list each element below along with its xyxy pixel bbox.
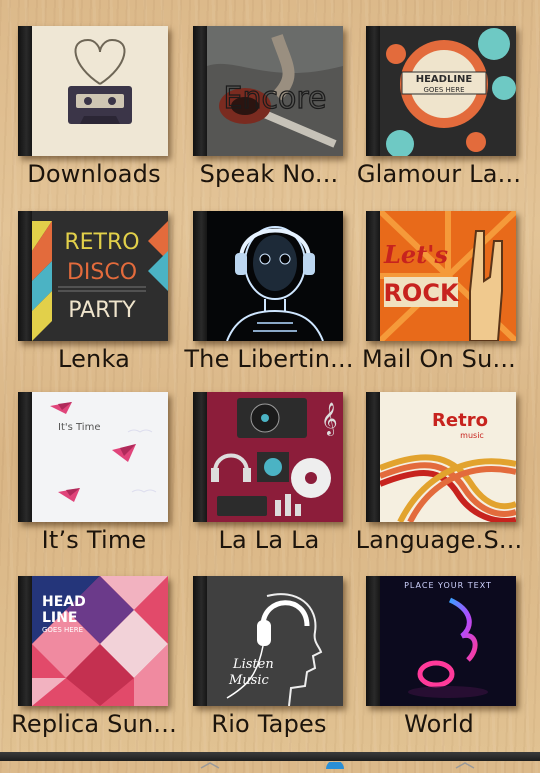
album-cover[interactable] xyxy=(18,26,168,156)
album-cover[interactable]: Let's ROCK xyxy=(366,211,516,341)
album-tile-mail-on-sunday[interactable]: Let's ROCK Mail On Su... xyxy=(348,185,528,373)
album-cover[interactable]: RETRO DISCO PARTY xyxy=(18,211,168,341)
case-spine xyxy=(366,26,380,156)
art-caption: GOES HERE xyxy=(424,86,465,94)
album-tile-la-la-la[interactable]: 𝄞 La La La xyxy=(175,366,355,554)
album-cover[interactable]: Retro music xyxy=(366,392,516,522)
art-caption: Let's xyxy=(383,240,449,269)
album-title: Downloads xyxy=(27,160,161,188)
case-spine xyxy=(366,576,380,706)
system-nav-bar xyxy=(0,752,540,769)
album-title: Speak No... xyxy=(199,160,339,188)
art-caption: HEADLINE xyxy=(416,74,473,85)
case-spine xyxy=(18,392,32,522)
album-tile-glamour[interactable]: HEADLINE GOES HERE Glamour La... xyxy=(348,0,528,188)
case-spine xyxy=(193,392,207,522)
album-tile-world[interactable]: PLACE YOUR TEXT World xyxy=(348,550,528,738)
album-tile-language[interactable]: Retro music Language.S... xyxy=(348,366,528,554)
album-title: World xyxy=(404,710,474,738)
art-caption: LINE xyxy=(42,610,77,626)
art-caption: RETRO xyxy=(64,230,139,255)
album-title: Glamour La... xyxy=(356,160,522,188)
art-caption: Music xyxy=(228,673,270,688)
album-grid: Downloads Encore Speak No... HEADLINE GO… xyxy=(0,0,540,752)
case-spine xyxy=(18,576,32,706)
music-icons-art: 𝄞 xyxy=(207,392,343,522)
neon-note-art: PLACE YOUR TEXT xyxy=(380,576,516,706)
svg-text:𝄞: 𝄞 xyxy=(321,402,338,436)
retro-disco-art: RETRO DISCO PARTY xyxy=(32,211,168,341)
retro-music-art: Retro music xyxy=(380,392,516,522)
art-caption: Listen xyxy=(232,657,274,672)
case-spine xyxy=(18,26,32,156)
case-spine xyxy=(18,211,32,341)
album-cover[interactable]: HEADLINE GOES HERE xyxy=(366,26,516,156)
art-caption: ROCK xyxy=(383,279,459,307)
album-tile-libertines[interactable]: The Libertin... xyxy=(175,185,355,373)
album-tile-speak-no[interactable]: Encore Speak No... xyxy=(175,0,355,188)
case-spine xyxy=(366,392,380,522)
case-spine xyxy=(193,576,207,706)
album-tile-rio-tapes[interactable]: Listen Music Rio Tapes xyxy=(175,550,355,738)
art-caption: PLACE YOUR TEXT xyxy=(404,581,492,590)
art-caption: PARTY xyxy=(68,298,136,323)
album-cover[interactable]: Listen Music xyxy=(193,576,343,706)
album-tile-its-time[interactable]: It's Time It’s Time xyxy=(0,366,180,554)
back-icon[interactable] xyxy=(195,754,225,769)
recent-apps-icon[interactable] xyxy=(450,754,480,769)
art-caption: music xyxy=(460,431,484,440)
guitar-photo-art: Encore xyxy=(207,26,343,156)
geometric-headline-art: HEAD LINE GOES HERE xyxy=(32,576,168,706)
album-title: Replica Sun... xyxy=(11,710,177,738)
paper-birds-art: It's Time xyxy=(32,392,168,522)
cassette-heart-art xyxy=(32,26,168,156)
retro-badge-art: HEADLINE GOES HERE xyxy=(380,26,516,156)
case-spine xyxy=(366,211,380,341)
album-cover[interactable]: 𝄞 xyxy=(193,392,343,522)
album-cover[interactable]: HEAD LINE GOES HERE xyxy=(18,576,168,706)
home-icon[interactable] xyxy=(320,754,350,769)
art-caption: Retro xyxy=(432,410,488,431)
lets-rock-art: Let's ROCK xyxy=(380,211,516,341)
art-caption: HEAD xyxy=(42,594,86,610)
album-cover[interactable]: It's Time xyxy=(18,392,168,522)
art-caption: It's Time xyxy=(58,422,100,433)
album-tile-downloads[interactable]: Downloads xyxy=(0,0,180,188)
art-caption: Encore xyxy=(224,81,327,116)
art-caption: DISCO xyxy=(67,260,137,285)
album-tile-lenka[interactable]: RETRO DISCO PARTY Lenka xyxy=(0,185,180,373)
case-spine xyxy=(193,211,207,341)
case-spine xyxy=(193,26,207,156)
art-caption: GOES HERE xyxy=(42,626,83,634)
album-title: Rio Tapes xyxy=(211,710,327,738)
album-cover[interactable] xyxy=(193,211,343,341)
album-cover[interactable]: PLACE YOUR TEXT xyxy=(366,576,516,706)
album-cover[interactable]: Encore xyxy=(193,26,343,156)
listen-music-art: Listen Music xyxy=(207,576,343,706)
album-tile-replica-sun[interactable]: HEAD LINE GOES HERE Replica Sun... xyxy=(0,550,180,738)
xray-headphones-art xyxy=(207,211,343,341)
